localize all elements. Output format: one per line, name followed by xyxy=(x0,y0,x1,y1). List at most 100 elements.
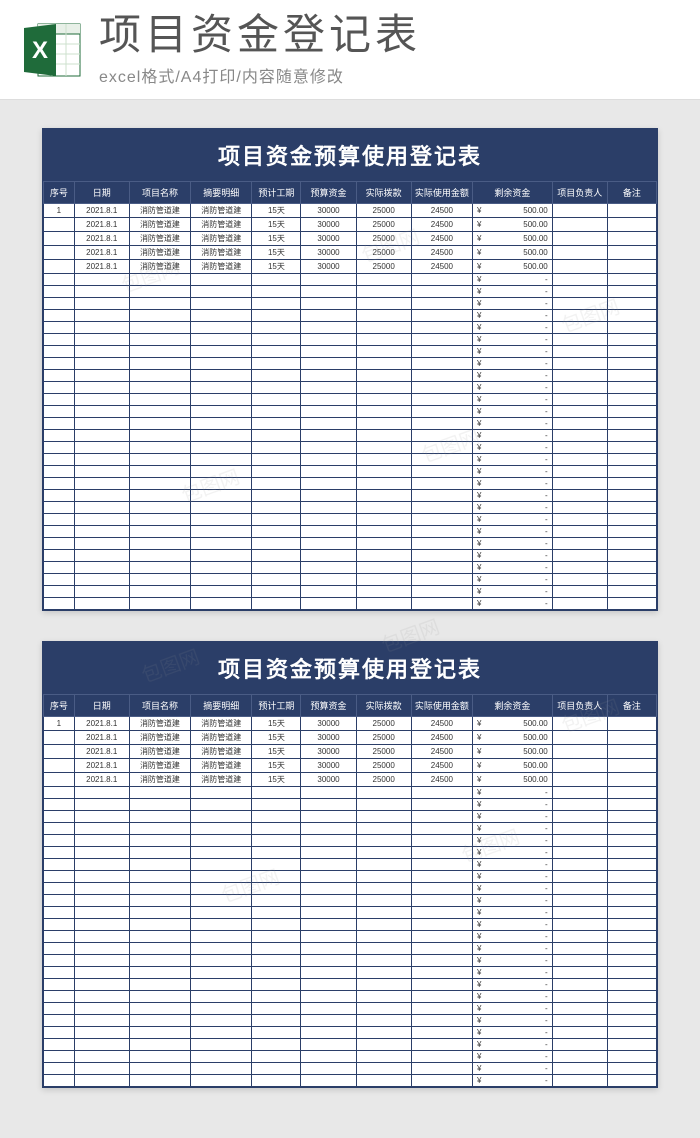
table-row: ¥- xyxy=(44,478,657,490)
table-cell xyxy=(44,526,75,538)
table-cell: 30000 xyxy=(301,731,356,745)
table-cell xyxy=(74,991,129,1003)
table-cell: ¥- xyxy=(473,322,553,334)
table-cell xyxy=(552,967,607,979)
table-row: ¥- xyxy=(44,526,657,538)
table-row: ¥- xyxy=(44,931,657,943)
table-cell xyxy=(411,811,472,823)
table-cell xyxy=(252,883,301,895)
table-cell xyxy=(44,586,75,598)
table-cell xyxy=(129,991,190,1003)
table-cell xyxy=(129,835,190,847)
table-cell xyxy=(129,799,190,811)
column-header: 摘要明细 xyxy=(191,695,252,717)
table-cell xyxy=(44,232,75,246)
table-cell xyxy=(191,298,252,310)
table-cell: ¥500.00 xyxy=(473,260,553,274)
table-cell xyxy=(552,418,607,430)
table-cell xyxy=(252,478,301,490)
table-cell xyxy=(607,204,656,218)
table-cell xyxy=(74,943,129,955)
table-cell: 15天 xyxy=(252,204,301,218)
table-cell xyxy=(191,310,252,322)
table-cell: ¥- xyxy=(473,490,553,502)
table-cell: ¥500.00 xyxy=(473,759,553,773)
table-cell xyxy=(552,799,607,811)
table-cell xyxy=(74,859,129,871)
table-cell: ¥- xyxy=(473,550,553,562)
table-cell xyxy=(552,394,607,406)
column-header: 实际使用金额 xyxy=(411,182,472,204)
table-cell: 15天 xyxy=(252,773,301,787)
table-cell xyxy=(607,394,656,406)
column-header: 项目名称 xyxy=(129,695,190,717)
table-cell xyxy=(552,883,607,895)
table-cell xyxy=(607,406,656,418)
table-cell xyxy=(191,574,252,586)
column-header: 实际使用金额 xyxy=(411,695,472,717)
table-cell xyxy=(129,514,190,526)
table-cell xyxy=(411,1015,472,1027)
table-cell xyxy=(191,514,252,526)
table-cell: 15天 xyxy=(252,759,301,773)
table-cell xyxy=(191,490,252,502)
table-cell xyxy=(74,286,129,298)
table-cell: 消防管道建 xyxy=(129,232,190,246)
table-cell: 15天 xyxy=(252,260,301,274)
table-row: ¥- xyxy=(44,286,657,298)
table-cell xyxy=(301,586,356,598)
table-cell xyxy=(301,787,356,799)
table-cell xyxy=(252,586,301,598)
table-cell xyxy=(301,466,356,478)
table-cell xyxy=(411,274,472,286)
table-cell: 消防管道建 xyxy=(191,218,252,232)
table-cell xyxy=(74,967,129,979)
table-cell xyxy=(301,943,356,955)
table-cell xyxy=(129,394,190,406)
table-cell xyxy=(607,466,656,478)
table-cell xyxy=(252,406,301,418)
table-cell xyxy=(129,466,190,478)
table-cell xyxy=(191,322,252,334)
table-row: ¥- xyxy=(44,274,657,286)
table-cell xyxy=(191,979,252,991)
table-cell xyxy=(44,967,75,979)
table-cell xyxy=(191,955,252,967)
table-cell: 消防管道建 xyxy=(129,759,190,773)
table-cell xyxy=(301,823,356,835)
table-cell xyxy=(129,598,190,610)
table-cell xyxy=(552,550,607,562)
table-cell xyxy=(356,490,411,502)
table-row: ¥- xyxy=(44,871,657,883)
table-cell: ¥500.00 xyxy=(473,246,553,260)
table-cell xyxy=(252,286,301,298)
table-cell xyxy=(356,394,411,406)
table-cell xyxy=(44,502,75,514)
table-cell xyxy=(129,310,190,322)
table-cell: 2021.8.1 xyxy=(74,759,129,773)
table-cell xyxy=(191,538,252,550)
table-cell xyxy=(44,358,75,370)
table-cell xyxy=(129,907,190,919)
table-cell xyxy=(607,550,656,562)
table-cell: 24500 xyxy=(411,717,472,731)
table-row: ¥- xyxy=(44,1003,657,1015)
table-cell xyxy=(252,562,301,574)
table-cell xyxy=(301,799,356,811)
table-cell: ¥- xyxy=(473,478,553,490)
table-cell xyxy=(552,1075,607,1087)
table-cell xyxy=(411,526,472,538)
table-row: ¥- xyxy=(44,943,657,955)
table-cell xyxy=(607,346,656,358)
table-cell xyxy=(191,1063,252,1075)
table-cell xyxy=(411,418,472,430)
table-cell: 消防管道建 xyxy=(191,232,252,246)
table-cell xyxy=(252,871,301,883)
table-cell xyxy=(301,1027,356,1039)
table-cell xyxy=(252,526,301,538)
table-cell xyxy=(301,1015,356,1027)
table-cell: 1 xyxy=(44,204,75,218)
column-header: 摘要明细 xyxy=(191,182,252,204)
table-cell xyxy=(607,478,656,490)
table-cell xyxy=(74,478,129,490)
